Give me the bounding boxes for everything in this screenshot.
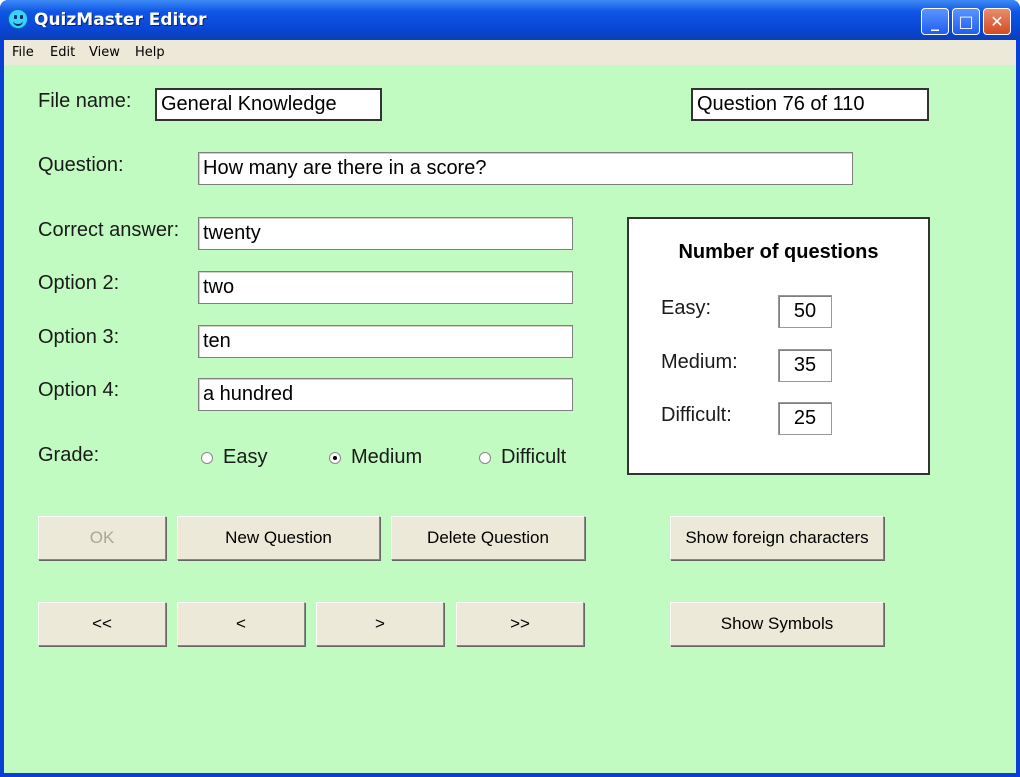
correct-answer-input[interactable]: twenty [198, 217, 573, 250]
question-count-panel: Number of questions Easy: 50 Medium: 35 … [627, 217, 930, 475]
last-question-button[interactable]: >> [456, 602, 584, 646]
correct-answer-label: Correct answer: [38, 219, 180, 241]
menu-bar: File Edit View Help [4, 40, 1016, 65]
option-2-label: Option 2: [38, 272, 120, 294]
grade-medium-label: Medium [351, 446, 423, 468]
app-window: QuizMaster Editor _ □ ✕ File Edit View H… [0, 0, 1020, 777]
grade-difficult-label: Difficult [501, 446, 567, 468]
radio-difficult-indicator[interactable] [479, 451, 491, 464]
question-label: Question: [38, 154, 124, 176]
menu-edit[interactable]: Edit [50, 45, 75, 60]
menu-help[interactable]: Help [135, 45, 165, 60]
radio-easy-indicator[interactable] [201, 451, 213, 464]
menu-view[interactable]: View [89, 45, 120, 60]
ok-button[interactable]: OK [38, 516, 166, 560]
question-input[interactable]: How many are there in a score? [198, 152, 853, 185]
previous-question-button[interactable]: < [177, 602, 305, 646]
grade-easy-radio[interactable]: Easy [201, 446, 267, 469]
file-name-label: File name: [38, 90, 132, 112]
easy-count-label: Easy: [661, 297, 712, 319]
show-foreign-characters-button[interactable]: Show foreign characters [670, 516, 884, 560]
title-bar[interactable]: QuizMaster Editor _ □ ✕ [0, 0, 1020, 40]
window-title: QuizMaster Editor [34, 10, 207, 30]
close-button[interactable]: ✕ [983, 8, 1011, 35]
show-symbols-button[interactable]: Show Symbols [670, 602, 884, 646]
grade-difficult-radio[interactable]: Difficult [479, 446, 566, 469]
easy-count: 50 [778, 295, 832, 328]
first-question-button[interactable]: << [38, 602, 166, 646]
option-2-input[interactable]: two [198, 271, 573, 304]
radio-medium-indicator[interactable] [329, 451, 341, 464]
grade-label: Grade: [38, 444, 100, 466]
option-4-label: Option 4: [38, 379, 120, 401]
option-4-input[interactable]: a hundred [198, 378, 573, 411]
panel-title: Number of questions [678, 241, 879, 263]
editor-client-area: File name: General Knowledge Question 76… [4, 65, 1016, 773]
new-question-button[interactable]: New Question [177, 516, 380, 560]
delete-question-button[interactable]: Delete Question [391, 516, 585, 560]
grade-medium-radio[interactable]: Medium [329, 446, 422, 469]
minimize-icon: _ [931, 12, 939, 31]
option-3-input[interactable]: ten [198, 325, 573, 358]
minimize-button[interactable]: _ [921, 8, 949, 35]
close-icon: ✕ [990, 12, 1004, 31]
maximize-button[interactable]: □ [952, 8, 980, 35]
maximize-icon: □ [958, 12, 974, 31]
difficult-count: 25 [778, 402, 832, 435]
medium-count-label: Medium: [661, 351, 738, 373]
file-name-field[interactable]: General Knowledge [155, 88, 382, 121]
question-counter: Question 76 of 110 [691, 88, 929, 121]
smiley-app-icon [8, 9, 28, 29]
medium-count: 35 [778, 349, 832, 382]
grade-easy-label: Easy [223, 446, 268, 468]
menu-file[interactable]: File [12, 45, 34, 60]
option-3-label: Option 3: [38, 326, 120, 348]
difficult-count-label: Difficult: [661, 404, 732, 426]
next-question-button[interactable]: > [316, 602, 444, 646]
